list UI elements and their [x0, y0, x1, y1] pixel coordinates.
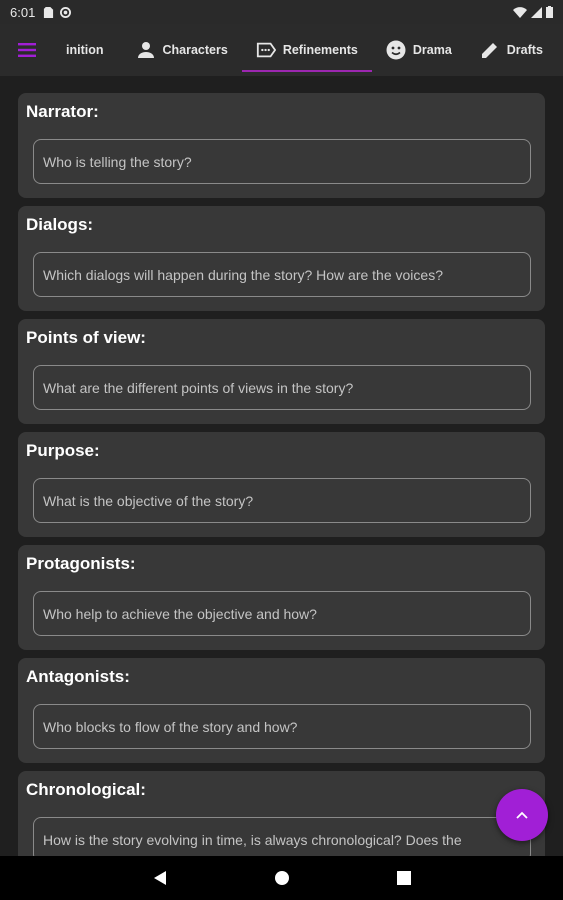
protagonists-card: Protagonists: Who help to achieve the ob…	[18, 545, 545, 650]
recents-button[interactable]	[393, 867, 415, 889]
antagonists-card: Antagonists: Who blocks to flow of the s…	[18, 658, 545, 763]
sync-icon	[60, 6, 72, 18]
system-nav-bar	[0, 856, 563, 900]
status-bar: 6:01	[0, 0, 563, 24]
chevron-up-icon	[516, 811, 528, 819]
points-of-view-input[interactable]: What are the different points of views i…	[33, 365, 531, 410]
signal-icon	[531, 6, 542, 18]
tab-label: Drama	[412, 43, 452, 57]
scroll-to-top-button[interactable]	[496, 789, 548, 841]
wifi-icon	[513, 6, 527, 18]
back-triangle-icon	[153, 871, 166, 885]
purpose-card: Purpose: What is the objective of the st…	[18, 432, 545, 537]
face-icon	[386, 40, 406, 60]
narrator-input[interactable]: Who is telling the story?	[33, 139, 531, 184]
back-button[interactable]	[149, 867, 171, 889]
status-time: 6:01	[10, 4, 36, 20]
dialogs-input[interactable]: Which dialogs will happen during the sto…	[33, 252, 531, 297]
home-button[interactable]	[271, 867, 293, 889]
menu-button[interactable]	[0, 24, 54, 76]
pencil-icon	[480, 40, 500, 60]
tab-bar: inition Characters Refinements Drama Dra…	[0, 24, 563, 76]
antagonists-input[interactable]: Who blocks to flow of the story and how?	[33, 704, 531, 749]
refinements-list: Narrator: Who is telling the story? Dial…	[0, 76, 563, 856]
home-circle-icon	[274, 871, 289, 885]
tab-label: Drafts	[506, 43, 543, 57]
card-title: Purpose:	[26, 441, 100, 460]
sim-card-icon	[44, 6, 54, 18]
card-title: Protagonists:	[26, 554, 136, 573]
purpose-input[interactable]: What is the objective of the story?	[33, 478, 531, 523]
tab-label: Characters	[162, 43, 228, 57]
dialogs-card: Dialogs: Which dialogs will happen durin…	[18, 206, 545, 311]
tab-definition[interactable]: inition	[54, 24, 122, 76]
recents-square-icon	[396, 871, 411, 885]
card-title: Antagonists:	[26, 667, 130, 686]
card-title: Chronological:	[26, 780, 146, 799]
chronological-input[interactable]: How is the story evolving in time, is al…	[33, 817, 531, 856]
tab-drama[interactable]: Drama	[372, 24, 466, 76]
tab-label: Refinements	[282, 43, 358, 57]
battery-icon	[546, 6, 553, 18]
tab-characters[interactable]: Characters	[122, 24, 242, 76]
tab-drafts[interactable]: Drafts	[466, 24, 557, 76]
card-title: Dialogs:	[26, 215, 94, 234]
protagonists-input[interactable]: Who help to achieve the objective and ho…	[33, 591, 531, 636]
tab-label: inition	[66, 43, 104, 57]
tab-refinements[interactable]: Refinements	[241, 24, 372, 76]
card-title: Narrator:	[26, 102, 99, 121]
hamburger-menu-icon	[18, 43, 36, 57]
points-of-view-card: Points of view: What are the different p…	[18, 319, 545, 424]
label-dots-icon	[256, 40, 276, 60]
person-icon	[136, 40, 156, 60]
narrator-card: Narrator: Who is telling the story?	[18, 93, 545, 198]
card-title: Points of view:	[26, 328, 146, 347]
chronological-card: Chronological: How is the story evolving…	[18, 771, 545, 856]
